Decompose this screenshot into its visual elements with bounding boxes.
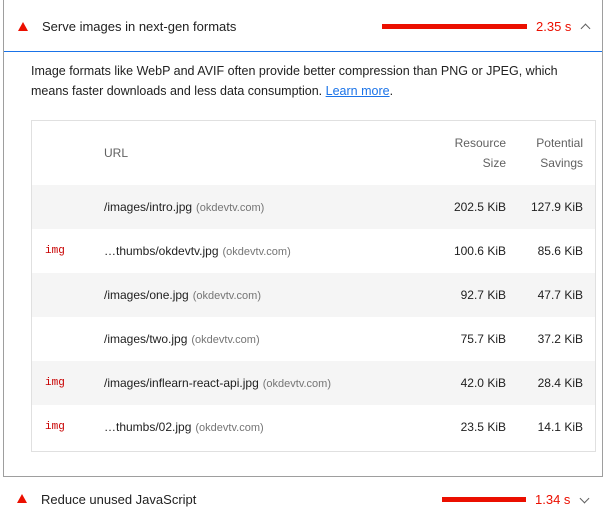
row-resource-size: 100.6 KiB xyxy=(453,244,506,258)
header-potential-savings-line1: Potential xyxy=(536,136,583,150)
audit-title: Serve images in next-gen formats xyxy=(42,19,237,34)
header-url: URL xyxy=(104,146,129,160)
url-path: /images/one.jpg xyxy=(104,288,189,302)
table-row: /images/two.jpg (okdevtv.com) 75.7 KiB 37… xyxy=(32,317,595,361)
url-path: …thumbs/okdevtv.jpg xyxy=(104,244,219,258)
row-resource-size: 202.5 KiB xyxy=(453,200,506,214)
row-potential-savings: 85.6 KiB xyxy=(537,244,583,258)
table-row: /images/one.jpg (okdevtv.com) 92.7 KiB 47… xyxy=(32,273,595,317)
url-host: (okdevtv.com) xyxy=(192,290,261,302)
row-url[interactable]: …thumbs/02.jpg (okdevtv.com) xyxy=(104,405,264,449)
row-potential-savings: 28.4 KiB xyxy=(537,376,583,390)
learn-more-link[interactable]: Learn more xyxy=(326,84,390,98)
row-url[interactable]: /images/one.jpg (okdevtv.com) xyxy=(104,273,261,317)
description-period: . xyxy=(389,84,394,98)
url-host: (okdevtv.com) xyxy=(191,334,260,346)
url-path: /images/inflearn-react-api.jpg xyxy=(104,376,259,390)
row-potential-savings: 47.7 KiB xyxy=(537,288,583,302)
url-host: (okdevtv.com) xyxy=(195,422,264,434)
chevron-down-icon[interactable] xyxy=(579,493,590,504)
url-host: (okdevtv.com) xyxy=(222,246,291,258)
row-potential-savings: 14.1 KiB xyxy=(537,420,583,434)
header-potential-savings: Potential Savings xyxy=(536,133,583,173)
description-text: Image formats like WebP and AVIF often p… xyxy=(31,64,558,98)
url-path: /images/two.jpg xyxy=(104,332,188,346)
savings-bar xyxy=(382,24,527,29)
url-path: …thumbs/02.jpg xyxy=(104,420,192,434)
audit-serve-images-next-gen: Serve images in next-gen formats 2.35 s … xyxy=(3,0,603,477)
header-resource-size-line1: Resource xyxy=(454,136,506,150)
table-row: img /images/inflearn-react-api.jpg (okdev… xyxy=(32,361,595,405)
row-resource-size: 75.7 KiB xyxy=(460,332,506,346)
header-resource-size: Resource Size xyxy=(455,133,506,173)
row-url[interactable]: /images/inflearn-react-api.jpg (okdevtv.c… xyxy=(104,361,331,405)
row-tag: img xyxy=(45,377,65,389)
audit-title: Reduce unused JavaScript xyxy=(41,492,197,507)
row-resource-size: 42.0 KiB xyxy=(460,376,506,390)
warning-triangle-icon xyxy=(17,494,27,503)
table-row: /images/intro.jpg (okdevtv.com) 202.5 KiB… xyxy=(32,185,595,229)
savings-bar xyxy=(442,497,526,502)
audit-description: Image formats like WebP and AVIF often p… xyxy=(31,61,591,101)
chevron-up-icon[interactable] xyxy=(580,23,591,34)
audit-header[interactable]: Serve images in next-gen formats 2.35 s xyxy=(4,0,602,52)
url-path: /images/intro.jpg xyxy=(104,200,193,214)
row-potential-savings: 37.2 KiB xyxy=(537,332,583,346)
header-potential-savings-line2: Savings xyxy=(540,156,583,170)
row-url[interactable]: …thumbs/okdevtv.jpg (okdevtv.com) xyxy=(104,229,291,273)
details-table: URL Resource Size Potential Savings /ima… xyxy=(31,120,596,452)
table-row: img …thumbs/02.jpg (okdevtv.com) 23.5 KiB… xyxy=(32,405,595,449)
audit-savings: 2.35 s xyxy=(536,19,572,34)
audit-savings: 1.34 s xyxy=(535,492,571,507)
row-potential-savings: 127.9 KiB xyxy=(530,200,583,214)
row-url[interactable]: /images/two.jpg (okdevtv.com) xyxy=(104,317,260,361)
header-resource-size-line2: Size xyxy=(482,156,506,170)
row-resource-size: 23.5 KiB xyxy=(460,420,506,434)
url-host: (okdevtv.com) xyxy=(196,202,265,214)
row-resource-size: 92.7 KiB xyxy=(460,288,506,302)
table-row: img …thumbs/okdevtv.jpg (okdevtv.com) 100… xyxy=(32,229,595,273)
audit-reduce-unused-javascript[interactable]: Reduce unused JavaScript 1.34 s xyxy=(3,477,603,528)
warning-triangle-icon xyxy=(18,22,28,31)
row-url[interactable]: /images/intro.jpg (okdevtv.com) xyxy=(104,185,264,229)
row-tag: img xyxy=(45,245,65,257)
url-host: (okdevtv.com) xyxy=(262,378,332,390)
row-tag: img xyxy=(45,421,65,433)
